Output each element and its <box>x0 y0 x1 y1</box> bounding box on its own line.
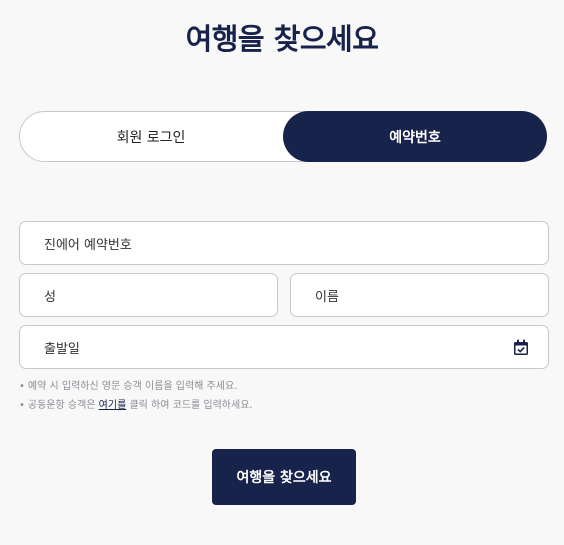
page-title: 여행을 찾으세요 <box>185 22 379 56</box>
last-name-field[interactable]: 성 <box>19 273 278 317</box>
booking-number-placeholder: 진에어 예약번호 <box>44 237 132 253</box>
find-trip-button[interactable]: 여행을 찾으세요 <box>212 449 356 505</box>
note-bullet: • <box>19 400 25 411</box>
note-item: • 공동운항 승객은 여기를 클릭 하여 코드를 입력하세요. <box>19 396 253 415</box>
note-text: 예약 시 입력하신 영문 승객 이름을 입력해 주세요. <box>27 381 238 392</box>
note-bullet: • <box>19 381 25 392</box>
note-item: • 예약 시 입력하신 영문 승객 이름을 입력해 주세요. <box>19 377 253 396</box>
tab-booking-number[interactable]: 예약번호 <box>283 111 547 162</box>
last-name-placeholder: 성 <box>44 289 56 305</box>
calendar-check-icon[interactable] <box>513 339 529 356</box>
login-mode-toggle: 회원 로그인 예약번호 <box>19 111 547 162</box>
note-text-suffix: 클릭 하여 코드를 입력하세요. <box>126 400 253 411</box>
first-name-field[interactable]: 이름 <box>290 273 549 317</box>
departure-date-field[interactable]: 출발일 <box>19 325 549 369</box>
first-name-placeholder: 이름 <box>315 289 339 305</box>
help-notes: • 예약 시 입력하신 영문 승객 이름을 입력해 주세요. • 공동운항 승객은 … <box>19 377 253 415</box>
departure-date-placeholder: 출발일 <box>44 341 80 357</box>
tab-member-login[interactable]: 회원 로그인 <box>19 111 283 162</box>
codeshare-link[interactable]: 여기를 <box>99 400 127 411</box>
note-text-prefix: 공동운항 승객은 <box>27 400 99 411</box>
booking-number-field[interactable]: 진에어 예약번호 <box>19 221 549 265</box>
